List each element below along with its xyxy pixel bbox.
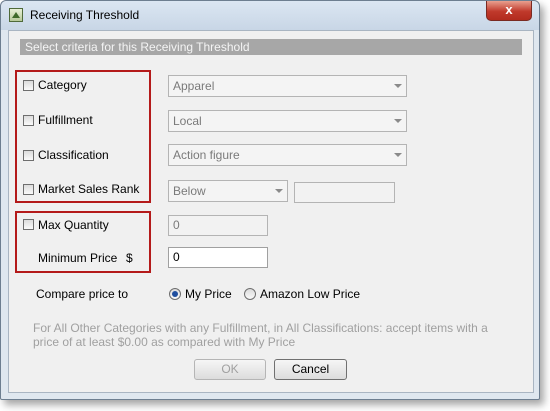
minimum-price-input[interactable]: 0 <box>168 247 268 268</box>
classification-select-value: Action figure <box>173 148 240 162</box>
category-label: Category <box>38 78 87 92</box>
category-checkbox[interactable] <box>23 80 34 91</box>
compare-price-label: Compare price to <box>36 287 129 301</box>
window-title: Receiving Threshold <box>30 8 140 22</box>
section-header: Select criteria for this Receiving Thres… <box>20 39 522 55</box>
close-button[interactable]: x <box>486 1 532 21</box>
market-sales-rank-checkbox[interactable] <box>23 184 34 195</box>
chevron-down-icon <box>394 119 402 123</box>
minimum-price-label: Minimum Price <box>38 251 118 265</box>
fulfillment-select-value: Local <box>173 114 202 128</box>
sales-rank-operator-value: Below <box>173 184 206 198</box>
chevron-down-icon <box>394 84 402 88</box>
title-bar: Receiving Threshold x <box>1 1 539 30</box>
amazon-low-price-label[interactable]: Amazon Low Price <box>260 287 360 301</box>
classification-label: Classification <box>38 148 109 162</box>
max-quantity-checkbox[interactable] <box>23 219 34 230</box>
chevron-down-icon <box>275 189 283 193</box>
my-price-radio[interactable] <box>169 288 181 300</box>
my-price-label[interactable]: My Price <box>185 287 232 301</box>
fulfillment-select[interactable]: Local <box>168 110 407 132</box>
category-select[interactable]: Apparel <box>168 75 407 97</box>
currency-symbol: $ <box>126 251 133 265</box>
classification-select[interactable]: Action figure <box>168 144 407 166</box>
fulfillment-label: Fulfillment <box>38 113 93 127</box>
receiving-threshold-dialog: Receiving Threshold x Select criteria fo… <box>0 0 540 400</box>
threshold-summary: For All Other Categories with any Fulfil… <box>33 321 488 349</box>
chevron-down-icon <box>394 153 402 157</box>
classification-checkbox[interactable] <box>23 150 34 161</box>
amazon-low-price-radio[interactable] <box>244 288 256 300</box>
market-sales-rank-label: Market Sales Rank <box>38 182 140 196</box>
dialog-content: Select criteria for this Receiving Thres… <box>8 30 534 393</box>
category-select-value: Apparel <box>173 79 215 93</box>
fulfillment-checkbox[interactable] <box>23 115 34 126</box>
cancel-button[interactable]: Cancel <box>274 359 347 380</box>
sales-rank-input[interactable] <box>294 182 395 203</box>
max-quantity-label: Max Quantity <box>38 218 109 232</box>
app-icon <box>9 8 23 22</box>
ok-button[interactable]: OK <box>194 359 266 380</box>
sales-rank-operator-select[interactable]: Below <box>168 180 288 202</box>
max-quantity-input[interactable]: 0 <box>168 215 268 236</box>
